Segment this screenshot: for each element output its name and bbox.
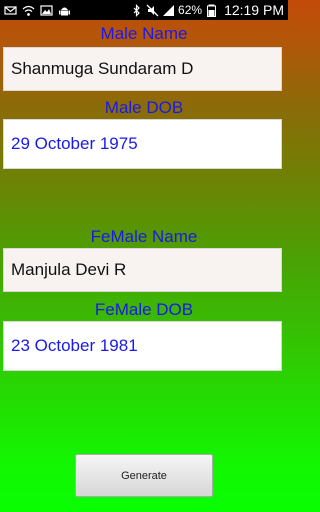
wifi-icon <box>22 4 35 17</box>
female-name-input[interactable]: Manjula Devi R <box>3 248 282 292</box>
male-name-input[interactable]: Shanmuga Sundaram D <box>3 47 282 91</box>
male-name-label: Male Name <box>100 24 188 43</box>
battery-percent: 62% <box>178 3 203 17</box>
female-dob-label: FeMale DOB <box>94 300 194 319</box>
female-name-label: FeMale Name <box>90 227 198 246</box>
male-dob-label: Male DOB <box>104 98 184 117</box>
battery-icon <box>205 4 218 17</box>
gallery-icon <box>40 4 53 17</box>
clock: 12:19 PM <box>224 2 284 18</box>
mail-icon <box>4 4 17 17</box>
mute-icon <box>146 4 159 17</box>
signal-icon <box>162 4 175 17</box>
male-dob-field[interactable]: 29 October 1975 <box>3 119 282 169</box>
system-icons: 62% 12:19 PM <box>130 2 284 18</box>
status-bar: 62% 12:19 PM <box>0 0 288 20</box>
female-dob-field[interactable]: 23 October 1981 <box>3 321 282 371</box>
android-icon <box>58 4 71 17</box>
notification-icons <box>4 4 71 17</box>
generate-button[interactable]: Generate <box>75 454 213 497</box>
bluetooth-icon <box>130 3 143 17</box>
